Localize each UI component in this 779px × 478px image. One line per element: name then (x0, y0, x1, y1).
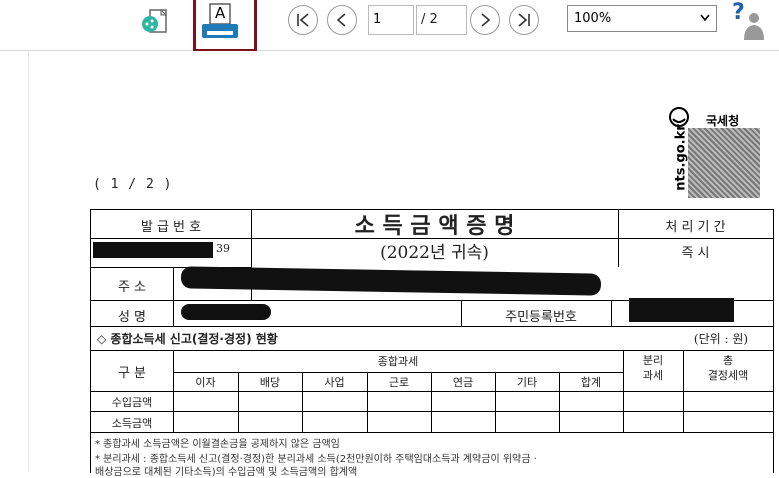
processing-period-label: 처 리 기 간 (665, 220, 726, 235)
row-revenue: 수입금액 (111, 396, 153, 409)
unit-label: (단위 : 원) (693, 332, 749, 346)
income-certificate-form: 발 급 번 호 소 득 금 액 증 명 (2022년 귀속) 처 리 기 간 즉… (90, 209, 774, 478)
column-dividend: 배당 (259, 376, 281, 389)
column-sum: 합계 (580, 376, 602, 389)
last-page-icon (518, 13, 530, 27)
form-title: 소 득 금 액 증 명 (354, 213, 515, 239)
chevron-left-icon (336, 13, 346, 27)
save-icon[interactable] (139, 6, 171, 38)
prev-page-button[interactable] (327, 5, 357, 35)
column-interest: 이자 (195, 376, 216, 389)
redacted-name (181, 304, 271, 320)
column-separate-tax: 분리 과세 (642, 354, 664, 382)
column-earned: 근로 (388, 376, 410, 389)
qr-code (688, 128, 760, 198)
redacted-resident-number (629, 298, 734, 322)
agency-name: 국세청 (706, 114, 740, 128)
zoom-select[interactable]: 100% (567, 5, 717, 32)
first-page-icon (297, 13, 309, 27)
address-label: 주 소 (117, 280, 147, 295)
nts-stamp: 국세청 nts.go.kr (668, 106, 762, 198)
next-page-button[interactable] (470, 5, 500, 35)
resident-no-label: 주민등록번호 (505, 310, 577, 325)
footnote-1: * 종합과세 소득금액은 이월결손금을 공제하지 않은 금액임 (95, 439, 340, 450)
name-label: 성 명 (117, 310, 147, 325)
last-page-button[interactable] (509, 5, 539, 35)
page-number-input[interactable]: 1 (368, 5, 414, 35)
column-group-comprehensive: 종합과세 (377, 355, 419, 368)
help-person-icon (744, 13, 764, 40)
footnote-3: 배상금으로 대체된 기타소득)의 수입금액 및 소득금액의 합계액 (95, 467, 358, 478)
column-pension: 연금 (452, 376, 474, 389)
zoom-value: 100% (574, 11, 612, 26)
column-total-tax: 총 결정세액 (707, 354, 749, 382)
pdf-toolbar: A 1 / 2 100% ? (0, 0, 779, 52)
page-indicator: ( 1 / 2 ) (93, 177, 173, 192)
column-gubun: 구 분 (117, 366, 147, 381)
page-total: / 2 (416, 5, 467, 35)
agency-url: nts.go.kr (673, 124, 689, 191)
chevron-right-icon (481, 13, 491, 27)
issue-no-suffix: 39 (216, 242, 230, 255)
chevron-down-icon (700, 14, 710, 22)
print-highlight-box (193, 0, 257, 52)
processing-period-value: 즉 시 (681, 246, 710, 261)
redacted-issue-number (93, 242, 213, 258)
section-title: ◇ 종합소득세 신고(결정·경정) 현황 (97, 332, 278, 346)
first-page-button[interactable] (288, 5, 318, 35)
redacted-address (180, 266, 602, 296)
issue-no-label: 발 급 번 호 (140, 220, 202, 235)
form-subtitle: (2022년 귀속) (380, 243, 489, 263)
column-business: 사업 (324, 376, 345, 389)
row-income: 소득금액 (111, 417, 153, 430)
help-button[interactable]: ? (730, 0, 766, 44)
column-other: 기타 (516, 376, 538, 389)
